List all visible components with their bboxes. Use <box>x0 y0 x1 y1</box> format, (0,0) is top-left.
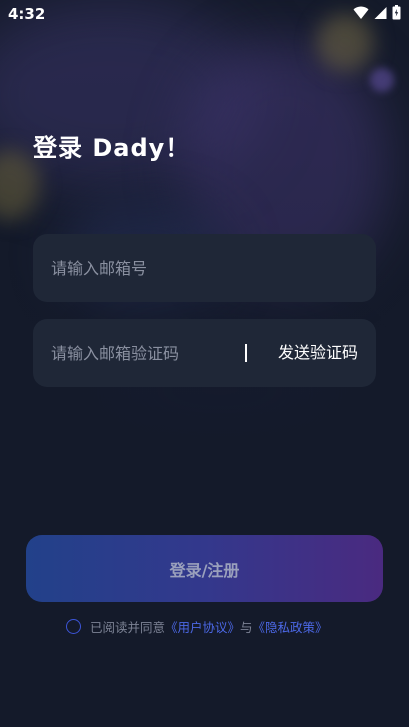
login-register-button-label: 登录/注册 <box>169 560 240 580</box>
field-divider <box>245 344 247 362</box>
agreement-checkbox[interactable] <box>66 618 81 634</box>
agreement-row: 已阅读并同意 《用户协议》 与 《隐私政策》 <box>66 617 328 635</box>
login-register-button[interactable]: 登录/注册 <box>26 535 383 602</box>
page-title: 登录 Dady！ <box>33 134 191 162</box>
email-input[interactable] <box>51 234 351 302</box>
send-code-button[interactable]: 发送验证码 <box>278 319 358 387</box>
verification-code-field-container[interactable]: 发送验证码 <box>33 319 376 387</box>
privacy-policy-link[interactable]: 《隐私政策》 <box>253 617 328 636</box>
login-screen: 登录 Dady！ 发送验证码 登录/注册 已阅读并同意 《用户协议》 与 《隐私… <box>0 0 409 727</box>
user-agreement-link[interactable]: 《用户协议》 <box>165 617 240 636</box>
agreement-conjunction-text: 与 <box>240 619 253 635</box>
agreement-prefix-text: 已阅读并同意 <box>90 619 166 635</box>
verification-code-input[interactable] <box>51 319 241 387</box>
email-field-container[interactable] <box>33 234 376 302</box>
